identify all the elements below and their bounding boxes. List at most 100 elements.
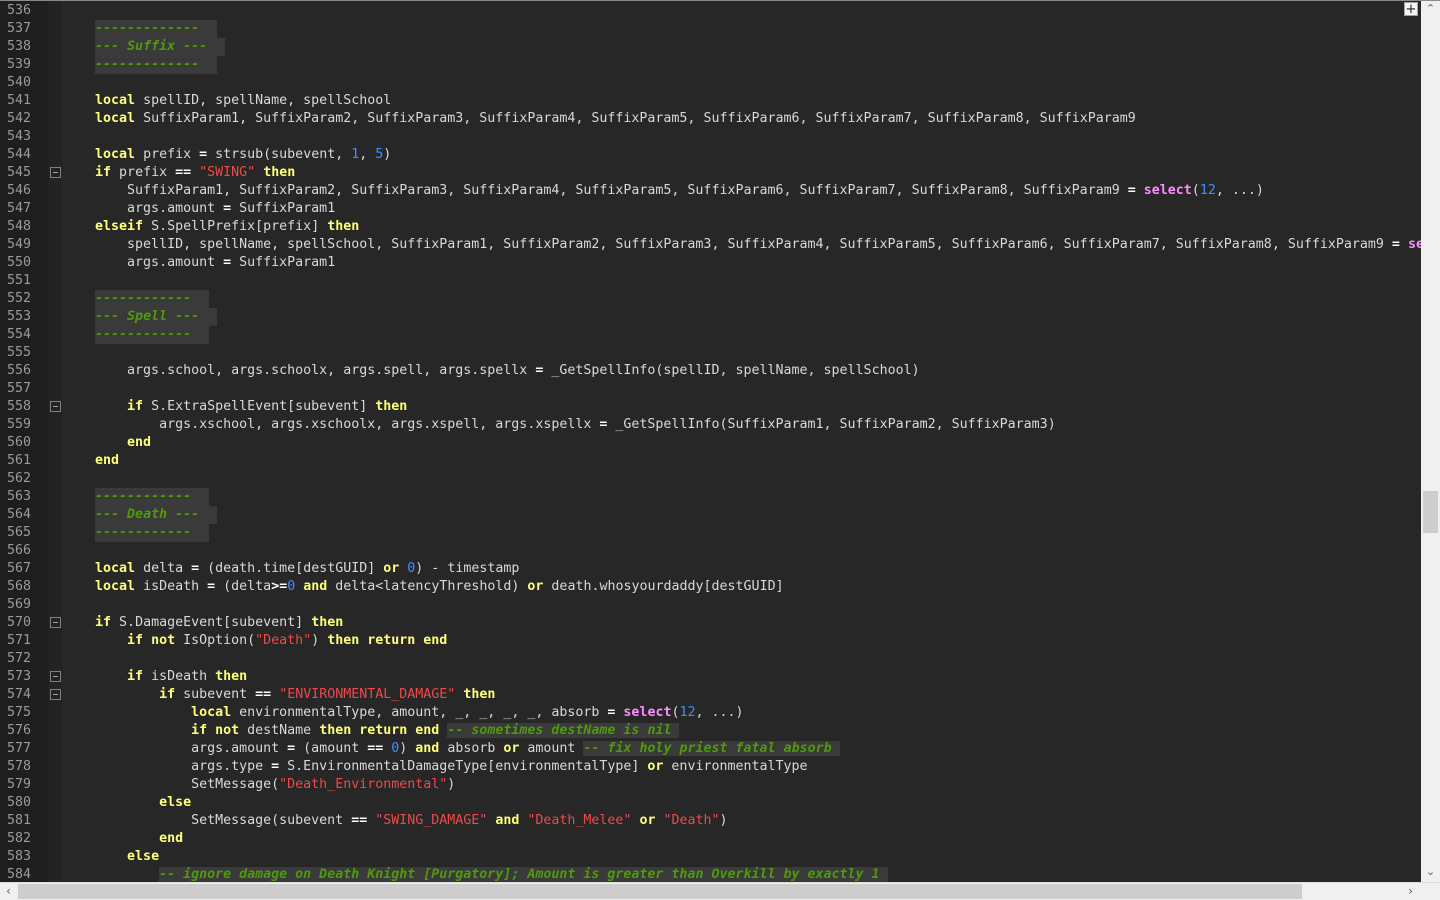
line-number: 557 [7, 381, 32, 396]
fold-collapse-icon[interactable] [50, 401, 61, 412]
code-line[interactable]: args.amount = SuffixParam1 [63, 254, 335, 272]
keyword: or [503, 741, 520, 756]
code-line[interactable]: if not IsOption("Death") then return end [63, 632, 447, 650]
code-text: ) [399, 741, 416, 756]
code-line[interactable]: if prefix == "SWING" then [63, 164, 295, 182]
code-line[interactable]: else [63, 848, 159, 866]
operator: == [175, 165, 192, 180]
code-text: delta<latencyThreshold) [327, 579, 528, 594]
code-text: ( [1191, 183, 1200, 198]
code-line[interactable]: args.school, args.schoolx, args.spell, a… [63, 362, 920, 380]
code-text: amount [519, 741, 584, 756]
code-text: args.school, args.schoolx, args.spell, a… [63, 363, 536, 378]
line-number: 540 [7, 75, 32, 90]
code-line[interactable]: ------------- [63, 20, 218, 38]
code-line[interactable]: args.amount = SuffixParam1 [63, 200, 335, 218]
code-line[interactable]: else [63, 794, 191, 812]
code-line[interactable]: ------------ [63, 326, 210, 344]
line-number: 537 [7, 21, 32, 36]
line-number: 541 [7, 93, 32, 108]
code-line[interactable]: local prefix = strsub(subevent, 1, 5) [63, 146, 391, 164]
zoom-in-button[interactable]: + [1404, 2, 1418, 16]
chevron-left-icon[interactable]: ‹ [0, 883, 17, 900]
code-text: ) [311, 633, 328, 648]
code-text: , [359, 147, 376, 162]
code-line[interactable]: --- Suffix --- [63, 38, 226, 56]
vertical-scrollbar[interactable]: ⌃ ⌄ [1421, 1, 1440, 882]
code-line[interactable]: SetMessage("Death_Environmental") [63, 776, 455, 794]
code-line[interactable]: if S.DamageEvent[subevent] then [63, 614, 343, 632]
fold-collapse-icon[interactable] [50, 671, 61, 682]
code-line[interactable]: spellID, spellName, spellSchool, SuffixP… [63, 236, 1421, 254]
keyword: local [95, 579, 136, 594]
chevron-right-icon[interactable]: › [1402, 883, 1419, 900]
code-line[interactable]: ------------ [63, 524, 210, 542]
line-number: 544 [7, 147, 32, 162]
keyword: if [127, 669, 144, 684]
code-line[interactable]: local SuffixParam1, SuffixParam2, Suffix… [63, 110, 1136, 128]
keyword: else [159, 795, 192, 810]
line-number: 539 [7, 57, 32, 72]
comment: -- sometimes destName is nil [447, 723, 680, 738]
code-line[interactable]: end [63, 434, 151, 452]
horizontal-scrollbar[interactable]: ‹ › [0, 882, 1440, 900]
fold-collapse-icon[interactable] [50, 689, 61, 700]
code-line[interactable]: if S.ExtraSpellEvent[subevent] then [63, 398, 407, 416]
fold-collapse-icon[interactable] [50, 617, 61, 628]
line-number: 565 [7, 525, 32, 540]
code-line[interactable]: ------------ [63, 488, 210, 506]
code-line[interactable]: local isDeath = (delta>=0 and delta<late… [63, 578, 784, 596]
code-line[interactable]: if subevent == "ENVIRONMENTAL_DAMAGE" th… [63, 686, 495, 704]
code-line[interactable]: args.type = S.EnvironmentalDamageType[en… [63, 758, 807, 776]
line-number: 573 [7, 669, 32, 684]
code-line[interactable]: ------------ [63, 290, 210, 308]
string-literal: "SWING_DAMAGE" [375, 813, 488, 828]
code-line[interactable]: end [63, 830, 183, 848]
vertical-scroll-thumb[interactable] [1423, 491, 1438, 533]
code-line[interactable]: local environmentalType, amount, _, _, _… [63, 704, 743, 722]
fold-margin[interactable] [48, 1, 108, 882]
line-number: 575 [7, 705, 32, 720]
code-text: ) [719, 813, 728, 828]
code-line[interactable]: elseif S.SpellPrefix[prefix] then [63, 218, 359, 236]
code-editor[interactable]: ------------- --- Suffix --- -----------… [62, 1, 1421, 882]
code-line[interactable]: SuffixParam1, SuffixParam2, SuffixParam3… [63, 182, 1264, 200]
line-number: 581 [7, 813, 32, 828]
horizontal-scroll-thumb[interactable] [18, 884, 1302, 899]
code-line[interactable]: --- Spell --- [63, 308, 218, 326]
code-line[interactable]: if isDeath then [63, 668, 247, 686]
code-line[interactable]: --- Death --- [63, 506, 218, 524]
chevron-up-icon[interactable]: ⌃ [1421, 1, 1440, 17]
code-line[interactable]: -- ignore damage on Death Knight [Purgat… [63, 866, 888, 882]
keyword: if not [127, 633, 176, 648]
code-text: _GetSpellInfo(SuffixParam1, SuffixParam2… [607, 417, 1056, 432]
code-text: S.ExtraSpellEvent[subevent] [143, 399, 376, 414]
code-line[interactable]: ------------- [63, 56, 218, 74]
line-number: 559 [7, 417, 32, 432]
chevron-down-icon[interactable]: ⌄ [1421, 864, 1440, 880]
code-line[interactable]: end [63, 452, 119, 470]
code-line[interactable]: args.xschool, args.xschoolx, args.xspell… [63, 416, 1056, 434]
string-literal: "SWING" [199, 165, 256, 180]
code-line[interactable]: local delta = (death.time[destGUID] or 0… [63, 560, 519, 578]
code-line[interactable]: SetMessage(subevent == "SWING_DAMAGE" an… [63, 812, 728, 830]
keyword: then [327, 219, 360, 234]
line-number: 571 [7, 633, 32, 648]
fold-collapse-icon[interactable] [50, 167, 61, 178]
code-text: ) - timestamp [415, 561, 520, 576]
code-line[interactable]: local spellID, spellName, spellSchool [63, 92, 391, 110]
code-line[interactable]: if not destName then return end -- somet… [63, 722, 680, 740]
line-number: 568 [7, 579, 32, 594]
number-literal: 12 [1199, 183, 1216, 198]
keyword: local [95, 147, 136, 162]
code-line[interactable]: args.amount = (amount == 0) and absorb o… [63, 740, 840, 758]
